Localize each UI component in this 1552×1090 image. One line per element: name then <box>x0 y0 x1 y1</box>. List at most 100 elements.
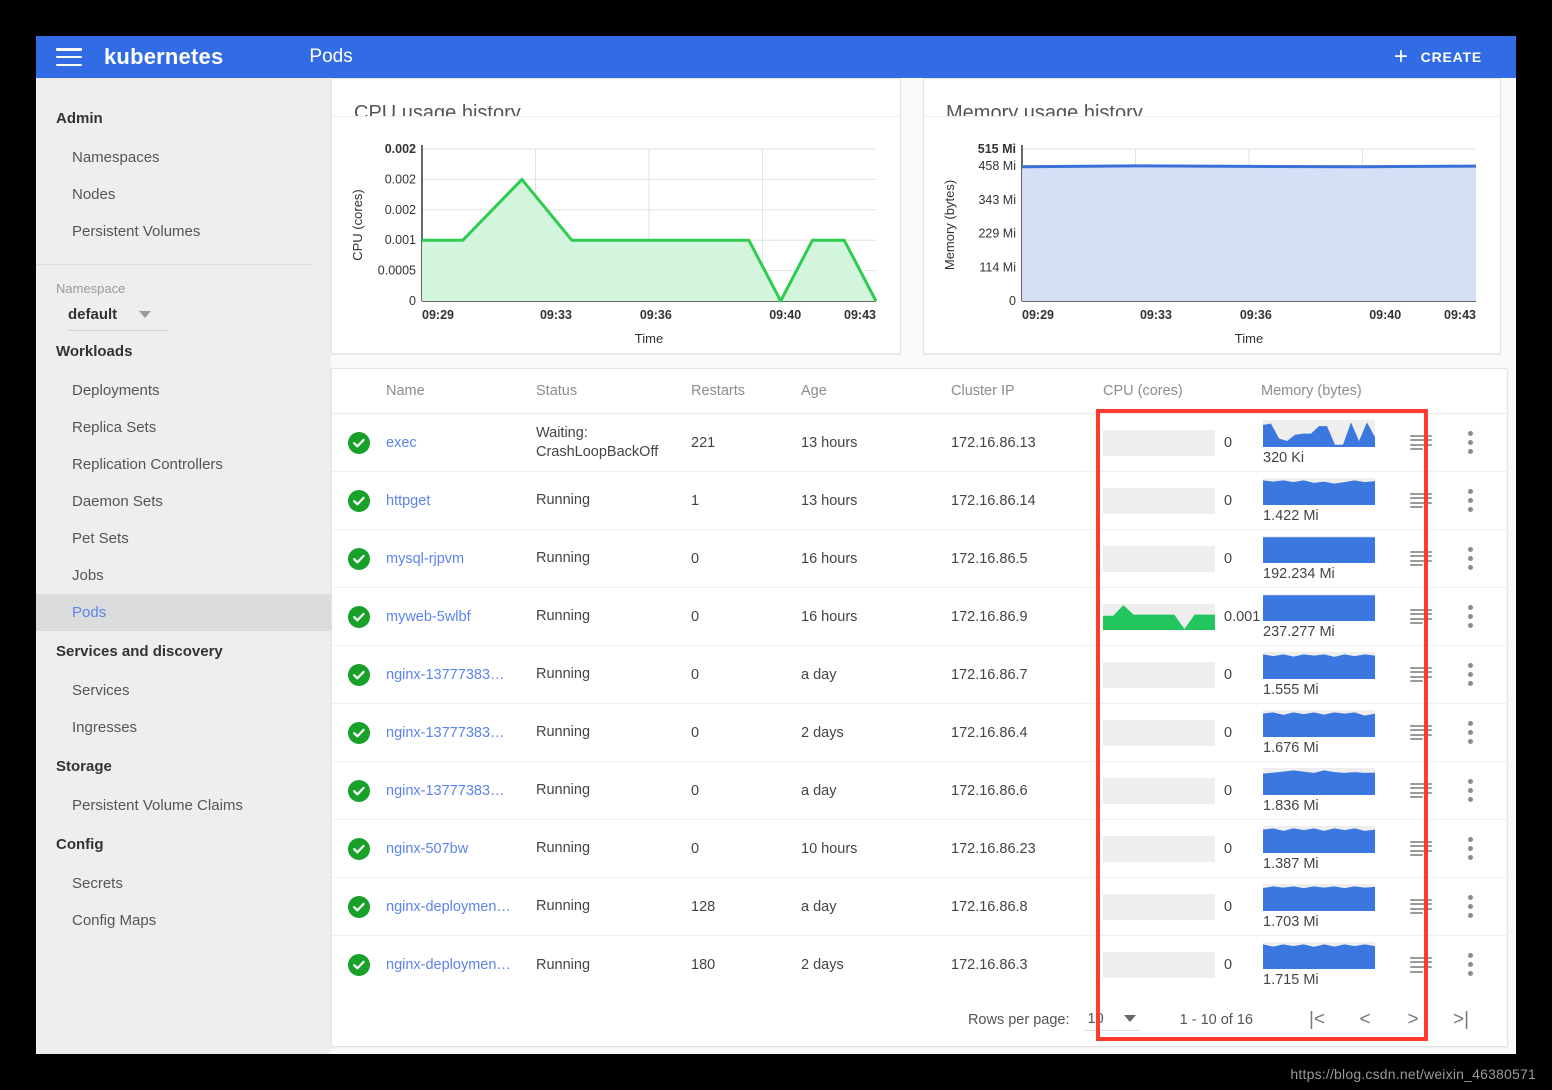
column-header-memory[interactable]: Memory (bytes) <box>1261 369 1406 414</box>
overflow-menu-icon[interactable] <box>1468 779 1473 802</box>
rows-per-page-select[interactable]: 10 <box>1083 1009 1140 1031</box>
logs-icon[interactable] <box>1410 782 1432 799</box>
column-header-name[interactable]: Name <box>386 369 536 414</box>
chevron-down-icon <box>1123 1015 1136 1022</box>
memory-sparkline <box>1263 651 1375 679</box>
sidebar-item-deployments[interactable]: Deployments <box>36 372 331 409</box>
logs-icon[interactable] <box>1410 666 1432 683</box>
pods-table-body: exec Waiting: CrashLoopBackOff 221 13 ho… <box>332 413 1508 994</box>
sidebar-item-replication-controllers[interactable]: Replication Controllers <box>36 446 331 483</box>
sidebar-item-replica-sets[interactable]: Replica Sets <box>36 409 331 446</box>
logs-icon[interactable] <box>1410 434 1432 451</box>
last-page-button[interactable]: >| <box>1437 1009 1485 1031</box>
pod-name-link[interactable]: nginx-deploymen… <box>386 899 526 915</box>
row-age-cell: 13 hours <box>801 471 951 530</box>
table-row[interactable]: nginx-13777383… Running 0 a day 172.16.8… <box>332 761 1508 820</box>
logs-icon[interactable] <box>1410 956 1432 973</box>
pods-table: Name Status Restarts Age Cluster IP CPU (core… <box>332 369 1508 994</box>
overflow-menu-icon[interactable] <box>1468 547 1473 570</box>
first-page-button[interactable]: |< <box>1293 1009 1341 1031</box>
row-name-cell: nginx-13777383… <box>386 645 536 704</box>
overflow-menu-icon[interactable] <box>1468 721 1473 744</box>
overflow-menu-icon[interactable] <box>1468 431 1473 454</box>
logs-icon[interactable] <box>1410 550 1432 567</box>
table-row[interactable]: exec Waiting: CrashLoopBackOff 221 13 ho… <box>332 413 1508 472</box>
sidebar-item-persistent-volume-claims[interactable]: Persistent Volume Claims <box>36 787 331 824</box>
column-header-cluster-ip[interactable]: Cluster IP <box>951 369 1103 414</box>
pod-name-link[interactable]: mysql-rjpvm <box>386 551 526 567</box>
overflow-menu-icon[interactable] <box>1468 489 1473 512</box>
logs-icon[interactable] <box>1410 724 1432 741</box>
row-status-cell: Running <box>536 819 691 878</box>
row-actions-cell <box>1458 587 1508 646</box>
sidebar-item-namespaces[interactable]: Namespaces <box>36 139 331 176</box>
svg-text:0.002: 0.002 <box>385 203 416 217</box>
sidebar-item-nodes[interactable]: Nodes <box>36 176 331 213</box>
pod-name-link[interactable]: myweb-5wlbf <box>386 609 526 625</box>
svg-text:09:43: 09:43 <box>844 308 876 322</box>
overflow-menu-icon[interactable] <box>1468 837 1473 860</box>
menu-icon[interactable] <box>56 48 82 66</box>
overflow-menu-icon[interactable] <box>1468 895 1473 918</box>
column-header-age[interactable]: Age <box>801 369 951 414</box>
table-row[interactable]: myweb-5wlbf Running 0 16 hours 172.16.86… <box>332 587 1508 646</box>
logs-icon[interactable] <box>1410 492 1432 509</box>
table-row[interactable]: nginx-13777383… Running 0 2 days 172.16.… <box>332 703 1508 762</box>
table-row[interactable]: nginx-deploymen… Running 128 a day 172.1… <box>332 877 1508 936</box>
column-header-restarts[interactable]: Restarts <box>691 369 801 414</box>
pod-name-link[interactable]: exec <box>386 435 526 451</box>
row-restarts-cell: 180 <box>691 956 716 973</box>
column-header-status[interactable]: Status <box>536 369 691 414</box>
sidebar-item-secrets[interactable]: Secrets <box>36 865 331 902</box>
pod-name-link[interactable]: nginx-13777383… <box>386 725 526 741</box>
sidebar-item-daemon-sets[interactable]: Daemon Sets <box>36 483 331 520</box>
sidebar-item-pods[interactable]: Pods <box>36 594 331 631</box>
logs-icon[interactable] <box>1410 898 1432 915</box>
cpu-value: 0 <box>1224 550 1233 567</box>
svg-text:09:33: 09:33 <box>540 308 572 322</box>
column-header-cpu[interactable]: CPU (cores) <box>1103 369 1261 414</box>
sidebar-item-pet-sets[interactable]: Pet Sets <box>36 520 331 557</box>
row-actions-cell <box>1458 645 1508 704</box>
logs-icon[interactable] <box>1410 840 1432 857</box>
table-row[interactable]: nginx-507bw Running 0 10 hours 172.16.86… <box>332 819 1508 878</box>
column-header-logs[interactable] <box>1406 369 1458 414</box>
table-row[interactable]: nginx-deploymen… Running 180 2 days 172.… <box>332 936 1508 994</box>
prev-page-button[interactable]: < <box>1341 1009 1389 1031</box>
overflow-menu-icon[interactable] <box>1468 605 1473 628</box>
overflow-menu-icon[interactable] <box>1468 953 1473 977</box>
sidebar-item-persistent-volumes[interactable]: Persistent Volumes <box>36 213 331 250</box>
pod-name-link[interactable]: nginx-13777383… <box>386 667 526 683</box>
pod-name-link[interactable]: httpget <box>386 493 526 509</box>
sidebar-item-jobs[interactable]: Jobs <box>36 557 331 594</box>
table-row[interactable]: httpget Running 1 13 hours 172.16.86.14 … <box>332 471 1508 530</box>
pod-status-text: Running <box>536 782 591 799</box>
table-row[interactable]: nginx-13777383… Running 0 a day 172.16.8… <box>332 645 1508 704</box>
pod-name-link[interactable]: nginx-deploymen… <box>386 957 526 973</box>
create-button[interactable]: + CREATE <box>1394 45 1482 69</box>
logs-icon[interactable] <box>1410 608 1432 625</box>
pod-name-link[interactable]: nginx-507bw <box>386 841 526 857</box>
sidebar-group-storage: Storage <box>56 758 112 775</box>
column-header-status[interactable] <box>332 369 386 414</box>
column-header-actions[interactable] <box>1458 369 1508 414</box>
namespace-select[interactable]: default <box>68 300 168 331</box>
pod-status-text: Running <box>536 956 591 973</box>
cpu-value: 0 <box>1224 782 1233 799</box>
memory-value: 1.836 Mi <box>1263 797 1319 814</box>
sidebar-item-services[interactable]: Services <box>36 672 331 709</box>
sidebar-item-config-maps[interactable]: Config Maps <box>36 902 331 939</box>
pod-name-link[interactable]: nginx-13777383… <box>386 783 526 799</box>
status-icon-check-circle <box>348 547 370 570</box>
table-row[interactable]: mysql-rjpvm Running 0 16 hours 172.16.86… <box>332 529 1508 588</box>
overflow-menu-icon[interactable] <box>1468 663 1473 686</box>
row-status-icon-cell <box>332 877 386 936</box>
svg-text:515 Mi: 515 Mi <box>978 142 1016 156</box>
next-page-button[interactable]: > <box>1389 1009 1437 1031</box>
sidebar-item-ingresses[interactable]: Ingresses <box>36 709 331 746</box>
cpu-sparkline <box>1103 777 1215 804</box>
pod-status-text: Running <box>536 608 591 625</box>
row-actions-cell <box>1458 413 1508 472</box>
cpu-sparkline <box>1103 603 1215 630</box>
cpu-card-title: CPU usage history <box>354 102 521 117</box>
